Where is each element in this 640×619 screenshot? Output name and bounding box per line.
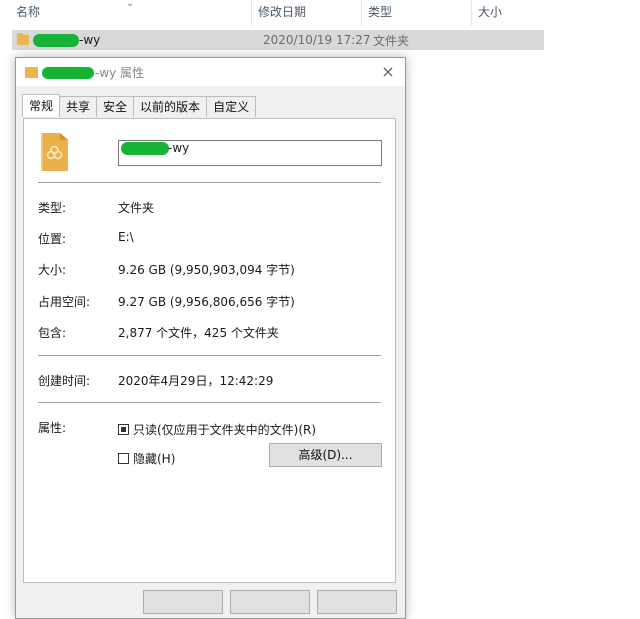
- contains-value: 2,877 个文件，425 个文件夹: [118, 326, 279, 340]
- created-label: 创建时间:: [38, 374, 91, 388]
- location-label: 位置:: [38, 232, 67, 246]
- type-label: 类型:: [38, 201, 67, 215]
- tab-strip: 常规 共享 安全 以前的版本 自定义: [22, 94, 257, 118]
- folder-large-icon: [41, 133, 68, 171]
- size-value: 9.26 GB (9,950,903,094 字节): [118, 263, 295, 277]
- column-header-name[interactable]: ⌄ 名称: [0, 0, 252, 26]
- size-label: 大小:: [38, 263, 67, 277]
- redaction-mark: [33, 33, 79, 47]
- separator: [38, 402, 381, 403]
- created-value: 2020年4月29日，12:42:29: [118, 374, 274, 388]
- folder-icon: [17, 33, 29, 45]
- readonly-checkbox[interactable]: 只读(仅应用于文件夹中的文件)(R): [118, 421, 316, 438]
- apply-button[interactable]: [317, 590, 397, 614]
- tab-general[interactable]: 常规: [22, 94, 61, 117]
- file-row-selected[interactable]: -wy 2020/10/19 17:27 文件夹: [12, 30, 544, 50]
- sort-chevron-icon: ⌄: [126, 0, 135, 9]
- folder-icon: [25, 67, 38, 78]
- redaction-mark: [42, 66, 94, 79]
- properties-dialog: -wy 属性 × 常规 共享 安全 以前的版本 自定义 -wy 类型: 文件夹 …: [15, 57, 406, 619]
- separator: [38, 355, 381, 356]
- cancel-button[interactable]: [230, 590, 310, 614]
- column-header-size[interactable]: 大小: [472, 0, 548, 26]
- location-value: E:\: [118, 230, 134, 244]
- file-date-cell: 2020/10/19 17:27: [263, 33, 371, 47]
- attributes-label: 属性:: [38, 421, 67, 435]
- tab-customize[interactable]: 自定义: [206, 96, 257, 117]
- general-tab-panel: -wy 类型: 文件夹 位置: E:\ 大小: 9.26 GB (9,950,9…: [23, 118, 396, 583]
- folder-name-input[interactable]: -wy: [118, 140, 382, 166]
- file-type-cell: 文件夹: [373, 33, 410, 48]
- close-icon[interactable]: ×: [377, 61, 399, 83]
- dialog-title: -wy 属性: [42, 64, 144, 81]
- disk-size-label: 占用空间:: [38, 295, 91, 309]
- column-header-date[interactable]: 修改日期: [252, 0, 362, 26]
- checkbox-indeterminate-icon[interactable]: [118, 424, 129, 435]
- file-name-cell: -wy: [29, 33, 263, 47]
- disk-size-value: 9.27 GB (9,956,806,656 字节): [118, 295, 295, 309]
- separator: [38, 182, 381, 183]
- checkbox-icon[interactable]: [118, 453, 129, 464]
- column-header-type[interactable]: 类型: [362, 0, 472, 26]
- redaction-mark: [121, 141, 169, 155]
- dialog-titlebar[interactable]: -wy 属性 ×: [16, 58, 405, 86]
- column-header-row: ⌄ 名称 修改日期 类型 大小: [0, 0, 548, 26]
- tab-previous-versions[interactable]: 以前的版本: [133, 96, 208, 117]
- type-value: 文件夹: [118, 201, 155, 215]
- advanced-button[interactable]: 高级(D)...: [269, 443, 382, 467]
- hidden-checkbox[interactable]: 隐藏(H): [118, 450, 175, 467]
- tab-sharing[interactable]: 共享: [59, 96, 98, 117]
- contains-label: 包含:: [38, 326, 67, 340]
- ok-button[interactable]: [143, 590, 223, 614]
- tab-security[interactable]: 安全: [96, 96, 135, 117]
